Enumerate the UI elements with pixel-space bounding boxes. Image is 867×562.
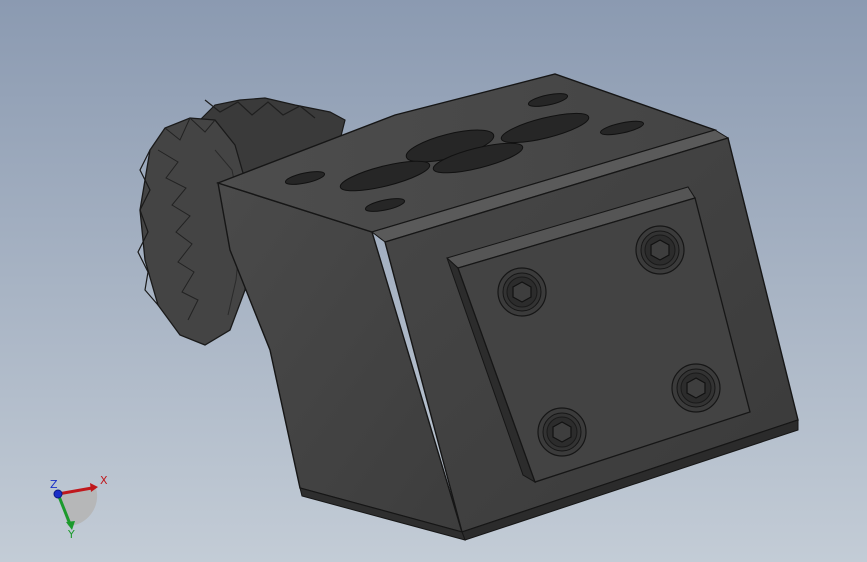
triad-z-label: Z <box>50 478 58 491</box>
socket-head-screw[interactable] <box>497 267 547 317</box>
triad-x-label: X <box>100 474 108 487</box>
triad-y-label: Y <box>67 528 75 541</box>
graphics-viewport[interactable]: X Y Z <box>0 0 867 562</box>
model-scene[interactable]: X Y Z <box>0 0 867 562</box>
socket-head-screw[interactable] <box>537 407 587 457</box>
socket-head-screw[interactable] <box>671 363 721 413</box>
socket-head-screw[interactable] <box>635 225 685 275</box>
